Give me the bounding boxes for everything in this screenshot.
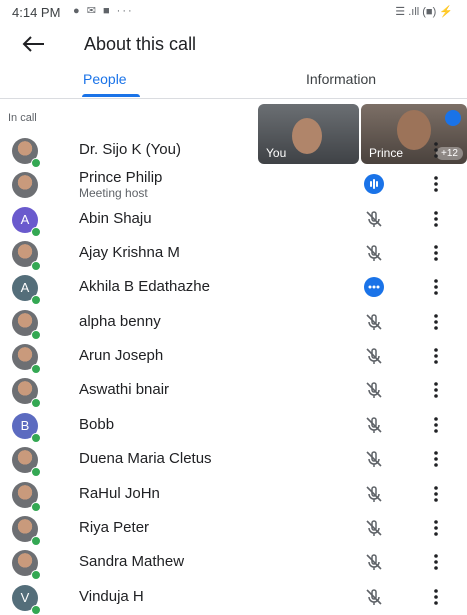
- app-bar: About this call: [0, 26, 467, 64]
- participant-row[interactable]: Arun Joseph: [0, 339, 467, 375]
- participant-row[interactable]: Ajay Krishna M: [0, 236, 467, 272]
- page-title: About this call: [84, 34, 197, 54]
- mic-off-icon: [363, 414, 385, 436]
- status-time: 4:14 PM: [12, 5, 61, 20]
- section-label: In call: [8, 112, 37, 124]
- more-options-icon[interactable]: [430, 139, 442, 161]
- online-dot: [31, 604, 41, 615]
- participant-row[interactable]: B Bobb: [0, 408, 467, 443]
- more-options-icon[interactable]: [430, 448, 442, 470]
- mic-off-icon: [363, 517, 385, 539]
- more-options-icon[interactable]: [430, 311, 442, 333]
- participant-name: Riya Peter: [79, 518, 150, 536]
- participant-row[interactable]: A Akhila B Edathazhe: [0, 270, 467, 306]
- participant-row[interactable]: Prince Philip Meeting host: [0, 167, 467, 201]
- participant-name: Aswathi bnair: [79, 381, 170, 399]
- more-options-icon[interactable]: [430, 483, 442, 505]
- participant-name: Arun Joseph: [79, 347, 164, 365]
- mic-off-icon: [363, 208, 385, 230]
- participant-name: Bobb: [79, 415, 115, 433]
- more-options-icon[interactable]: [430, 208, 442, 230]
- speaking-icon[interactable]: [363, 173, 385, 195]
- participant-row[interactable]: V Vinduja H: [0, 580, 467, 615]
- participant-row[interactable]: A Abin Shaju: [0, 202, 467, 237]
- participant-name: Duena Maria Cletus: [79, 450, 212, 468]
- participant-name: RaHul JoHn: [79, 484, 160, 502]
- mic-off-icon: [363, 551, 385, 573]
- tab-information[interactable]: Information: [306, 71, 376, 87]
- tab-indicator: [82, 94, 140, 97]
- more-options-icon[interactable]: [430, 242, 442, 264]
- participant-name: Abin Shaju: [79, 209, 152, 227]
- speaking-icon: [445, 110, 461, 126]
- more-options-icon[interactable]: [430, 414, 442, 436]
- more-options-icon[interactable]: [430, 345, 442, 367]
- participant-row[interactable]: Aswathi bnair: [0, 373, 467, 409]
- participant-name: Vinduja H: [79, 587, 144, 605]
- participant-name: Akhila B Edathazhe: [79, 278, 210, 296]
- audio-active-icon[interactable]: [363, 276, 385, 298]
- participant-row[interactable]: Duena Maria Cletus: [0, 442, 467, 478]
- mic-off-icon: [363, 448, 385, 470]
- tab-bar: People Information: [0, 64, 467, 99]
- participant-row[interactable]: RaHul JoHn: [0, 477, 467, 512]
- more-options-icon[interactable]: [430, 276, 442, 298]
- participant-name: alpha benny: [79, 312, 161, 330]
- participant-name: Prince Philip: [79, 169, 163, 187]
- more-options-icon[interactable]: [430, 586, 442, 608]
- more-options-icon[interactable]: [430, 517, 442, 539]
- participant-row[interactable]: alpha benny: [0, 305, 467, 340]
- mic-off-icon: [363, 345, 385, 367]
- more-options-icon[interactable]: [430, 551, 442, 573]
- mic-off-icon: [363, 242, 385, 264]
- notification-icons: ● ✉ ■ ···: [73, 5, 134, 17]
- participant-name: Ajay Krishna M: [79, 244, 180, 262]
- participant-row[interactable]: Sandra Mathew: [0, 545, 467, 581]
- participant-role: Meeting host: [79, 186, 148, 201]
- participant-row[interactable]: Dr. Sijo K (You): [0, 133, 467, 168]
- participant-row[interactable]: Riya Peter: [0, 511, 467, 546]
- system-icons: ☰ .ıll (■) ⚡: [395, 6, 453, 18]
- participant-name: Sandra Mathew: [79, 553, 185, 571]
- mic-off-icon: [363, 483, 385, 505]
- mic-off-icon: [363, 586, 385, 608]
- avatar: [12, 172, 38, 199]
- more-options-icon[interactable]: [430, 173, 442, 195]
- mic-off-icon: [363, 379, 385, 401]
- tab-people[interactable]: People: [83, 71, 127, 87]
- back-arrow-icon[interactable]: [18, 32, 48, 56]
- participant-name: Dr. Sijo K (You): [79, 141, 181, 158]
- more-options-icon[interactable]: [430, 379, 442, 401]
- status-bar: 4:14 PM ● ✉ ■ ··· ☰ .ıll (■) ⚡: [0, 0, 467, 26]
- mic-off-icon: [363, 311, 385, 333]
